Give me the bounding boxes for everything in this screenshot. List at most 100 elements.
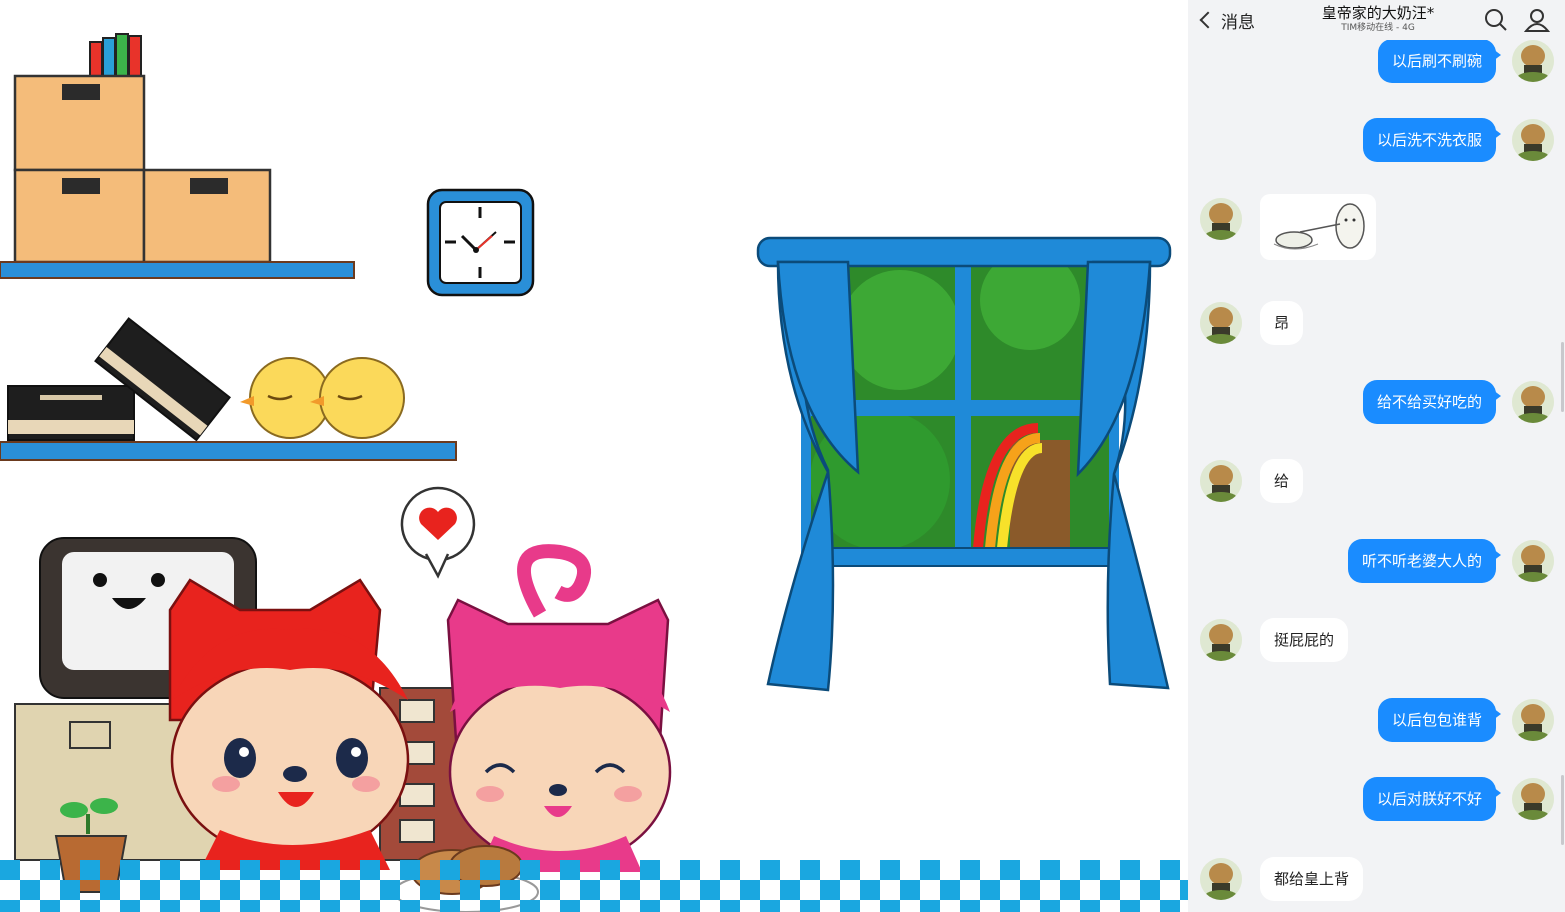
my-avatar[interactable] [1512, 119, 1554, 161]
floor-tile [1000, 860, 1020, 880]
cassette-icon [7, 317, 231, 442]
contact-avatar[interactable] [1200, 302, 1242, 344]
message-row: 以后洗不洗衣服 [1188, 117, 1565, 165]
floor-tile [460, 880, 480, 900]
floor-tile [480, 860, 500, 880]
message-row: 以后包包谁背 [1188, 697, 1565, 745]
floor-tile [0, 900, 20, 912]
floor-tile [380, 880, 400, 900]
message-row: 给不给买好吃的 [1188, 379, 1565, 427]
shelf-middle [0, 441, 457, 461]
floor-tile [20, 880, 40, 900]
outgoing-message[interactable]: 以后洗不洗衣服 [1362, 118, 1502, 162]
floor-tile [1140, 880, 1160, 900]
outgoing-message[interactable]: 以后对朕好不好 [1362, 777, 1502, 821]
my-avatar[interactable] [1512, 778, 1554, 820]
floor-tile [1040, 900, 1060, 912]
floor-tile [440, 900, 460, 912]
floor-tile [1020, 880, 1040, 900]
floor-tile [300, 880, 320, 900]
contact-avatar[interactable] [1200, 858, 1242, 900]
red-fox-icon [168, 578, 410, 870]
floor-tile [620, 880, 640, 900]
my-avatar[interactable] [1512, 40, 1554, 82]
floor-tile [0, 860, 20, 880]
floor-tile [680, 860, 700, 880]
floor-tile [440, 860, 460, 880]
floor-tile [800, 860, 820, 880]
room-scene [0, 33, 1188, 912]
floor-tile [1120, 860, 1140, 880]
incoming-message[interactable]: 挺屁屁的 [1260, 618, 1349, 662]
incoming-message[interactable]: 昂 [1260, 301, 1304, 345]
floor-tile [480, 900, 500, 912]
incoming-message[interactable]: 都给皇上背 [1260, 857, 1364, 901]
floor-tile [240, 900, 260, 912]
floor-tile [720, 900, 740, 912]
floor-tile [1080, 900, 1100, 912]
my-avatar[interactable] [1512, 699, 1554, 741]
chat-panel: 消息 皇帝家的大奶汪* TIM移动在线 - 4G 以后刷不刷碗 以后洗不洗衣服 [1188, 0, 1565, 912]
contact-avatar[interactable] [1200, 460, 1242, 502]
floor-tile [840, 900, 860, 912]
floor-tile [40, 900, 60, 912]
scrollbar-lower[interactable] [1561, 775, 1564, 845]
floor-tile [160, 900, 180, 912]
chat-header: 消息 皇帝家的大奶汪* TIM移动在线 - 4G [1188, 0, 1565, 40]
floor-tile [720, 860, 740, 880]
floor-tile [1120, 900, 1140, 912]
wallpaper-illustration [0, 0, 1188, 912]
user-icon[interactable] [1524, 7, 1550, 33]
floor-tile [920, 860, 940, 880]
outgoing-message[interactable]: 以后刷不刷碗 [1377, 39, 1502, 83]
floor-tile [840, 860, 860, 880]
floor-tile [40, 860, 60, 880]
chat-title: 皇帝家的大奶汪* [1321, 4, 1435, 22]
floor-tile [660, 880, 680, 900]
floor-tile [1100, 880, 1120, 900]
chat-status: TIM移动在线 - 4G [1341, 23, 1415, 33]
message-row [1188, 194, 1565, 260]
floor-tile [320, 860, 340, 880]
back-label: 消息 [1221, 12, 1255, 33]
floor-tile [360, 900, 380, 912]
floor-tile [1000, 900, 1020, 912]
floor-tile [880, 900, 900, 912]
floor-tile [120, 860, 140, 880]
floor-tile [200, 860, 220, 880]
heart-bubble-icon [400, 486, 476, 579]
floor-tile [420, 880, 440, 900]
floor-tile [100, 880, 120, 900]
shelf-top [0, 261, 355, 279]
floor-tile [320, 900, 340, 912]
outgoing-message[interactable]: 以后包包谁背 [1377, 698, 1502, 742]
incoming-message[interactable]: 给 [1260, 459, 1304, 503]
floor-tile [700, 880, 720, 900]
book-icon [89, 33, 142, 77]
my-avatar[interactable] [1512, 540, 1554, 582]
outgoing-message[interactable]: 听不听老婆大人的 [1347, 539, 1502, 583]
floor-tile [960, 900, 980, 912]
floor-tile [80, 860, 100, 880]
contact-avatar[interactable] [1200, 198, 1242, 240]
message-row: 挺屁屁的 [1188, 617, 1565, 665]
floor-tile [920, 900, 940, 912]
floor-tile [1160, 860, 1180, 880]
sticker-image[interactable] [1260, 194, 1376, 260]
search-icon[interactable] [1483, 7, 1509, 33]
floor-tile [1040, 860, 1060, 880]
outgoing-message[interactable]: 给不给买好吃的 [1362, 380, 1502, 424]
floor-tile [1080, 860, 1100, 880]
floor-tile [360, 860, 380, 880]
floor-tile [560, 860, 580, 880]
floor-tile [140, 880, 160, 900]
pink-fox-icon [446, 544, 672, 872]
scrollbar[interactable] [1561, 342, 1564, 412]
back-button[interactable]: 消息 [1198, 6, 1255, 34]
message-row: 以后刷不刷碗 [1188, 38, 1565, 86]
floor-tile [160, 860, 180, 880]
contact-avatar[interactable] [1200, 619, 1242, 661]
message-row: 给 [1188, 458, 1565, 506]
floor-tile [240, 860, 260, 880]
my-avatar[interactable] [1512, 381, 1554, 423]
